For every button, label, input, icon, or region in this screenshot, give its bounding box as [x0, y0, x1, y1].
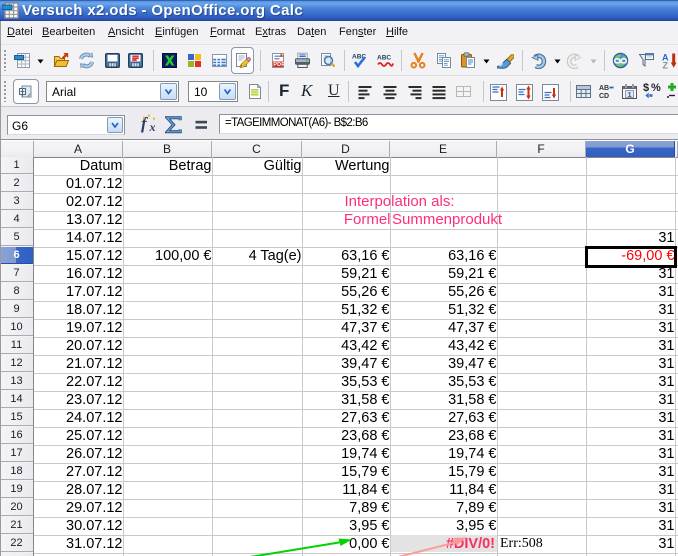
svg-text:%: %: [651, 82, 661, 94]
svg-text:CD: CD: [599, 93, 609, 100]
svg-text:1: 1: [628, 90, 632, 99]
svg-text:AB: AB: [599, 85, 609, 92]
svg-text:PDF: PDF: [273, 62, 285, 68]
svg-text:Z: Z: [663, 61, 669, 70]
svg-text:f: f: [141, 114, 149, 133]
svg-text:$: $: [643, 82, 649, 94]
svg-text:x: x: [149, 120, 156, 133]
svg-text:ABC: ABC: [377, 55, 391, 62]
